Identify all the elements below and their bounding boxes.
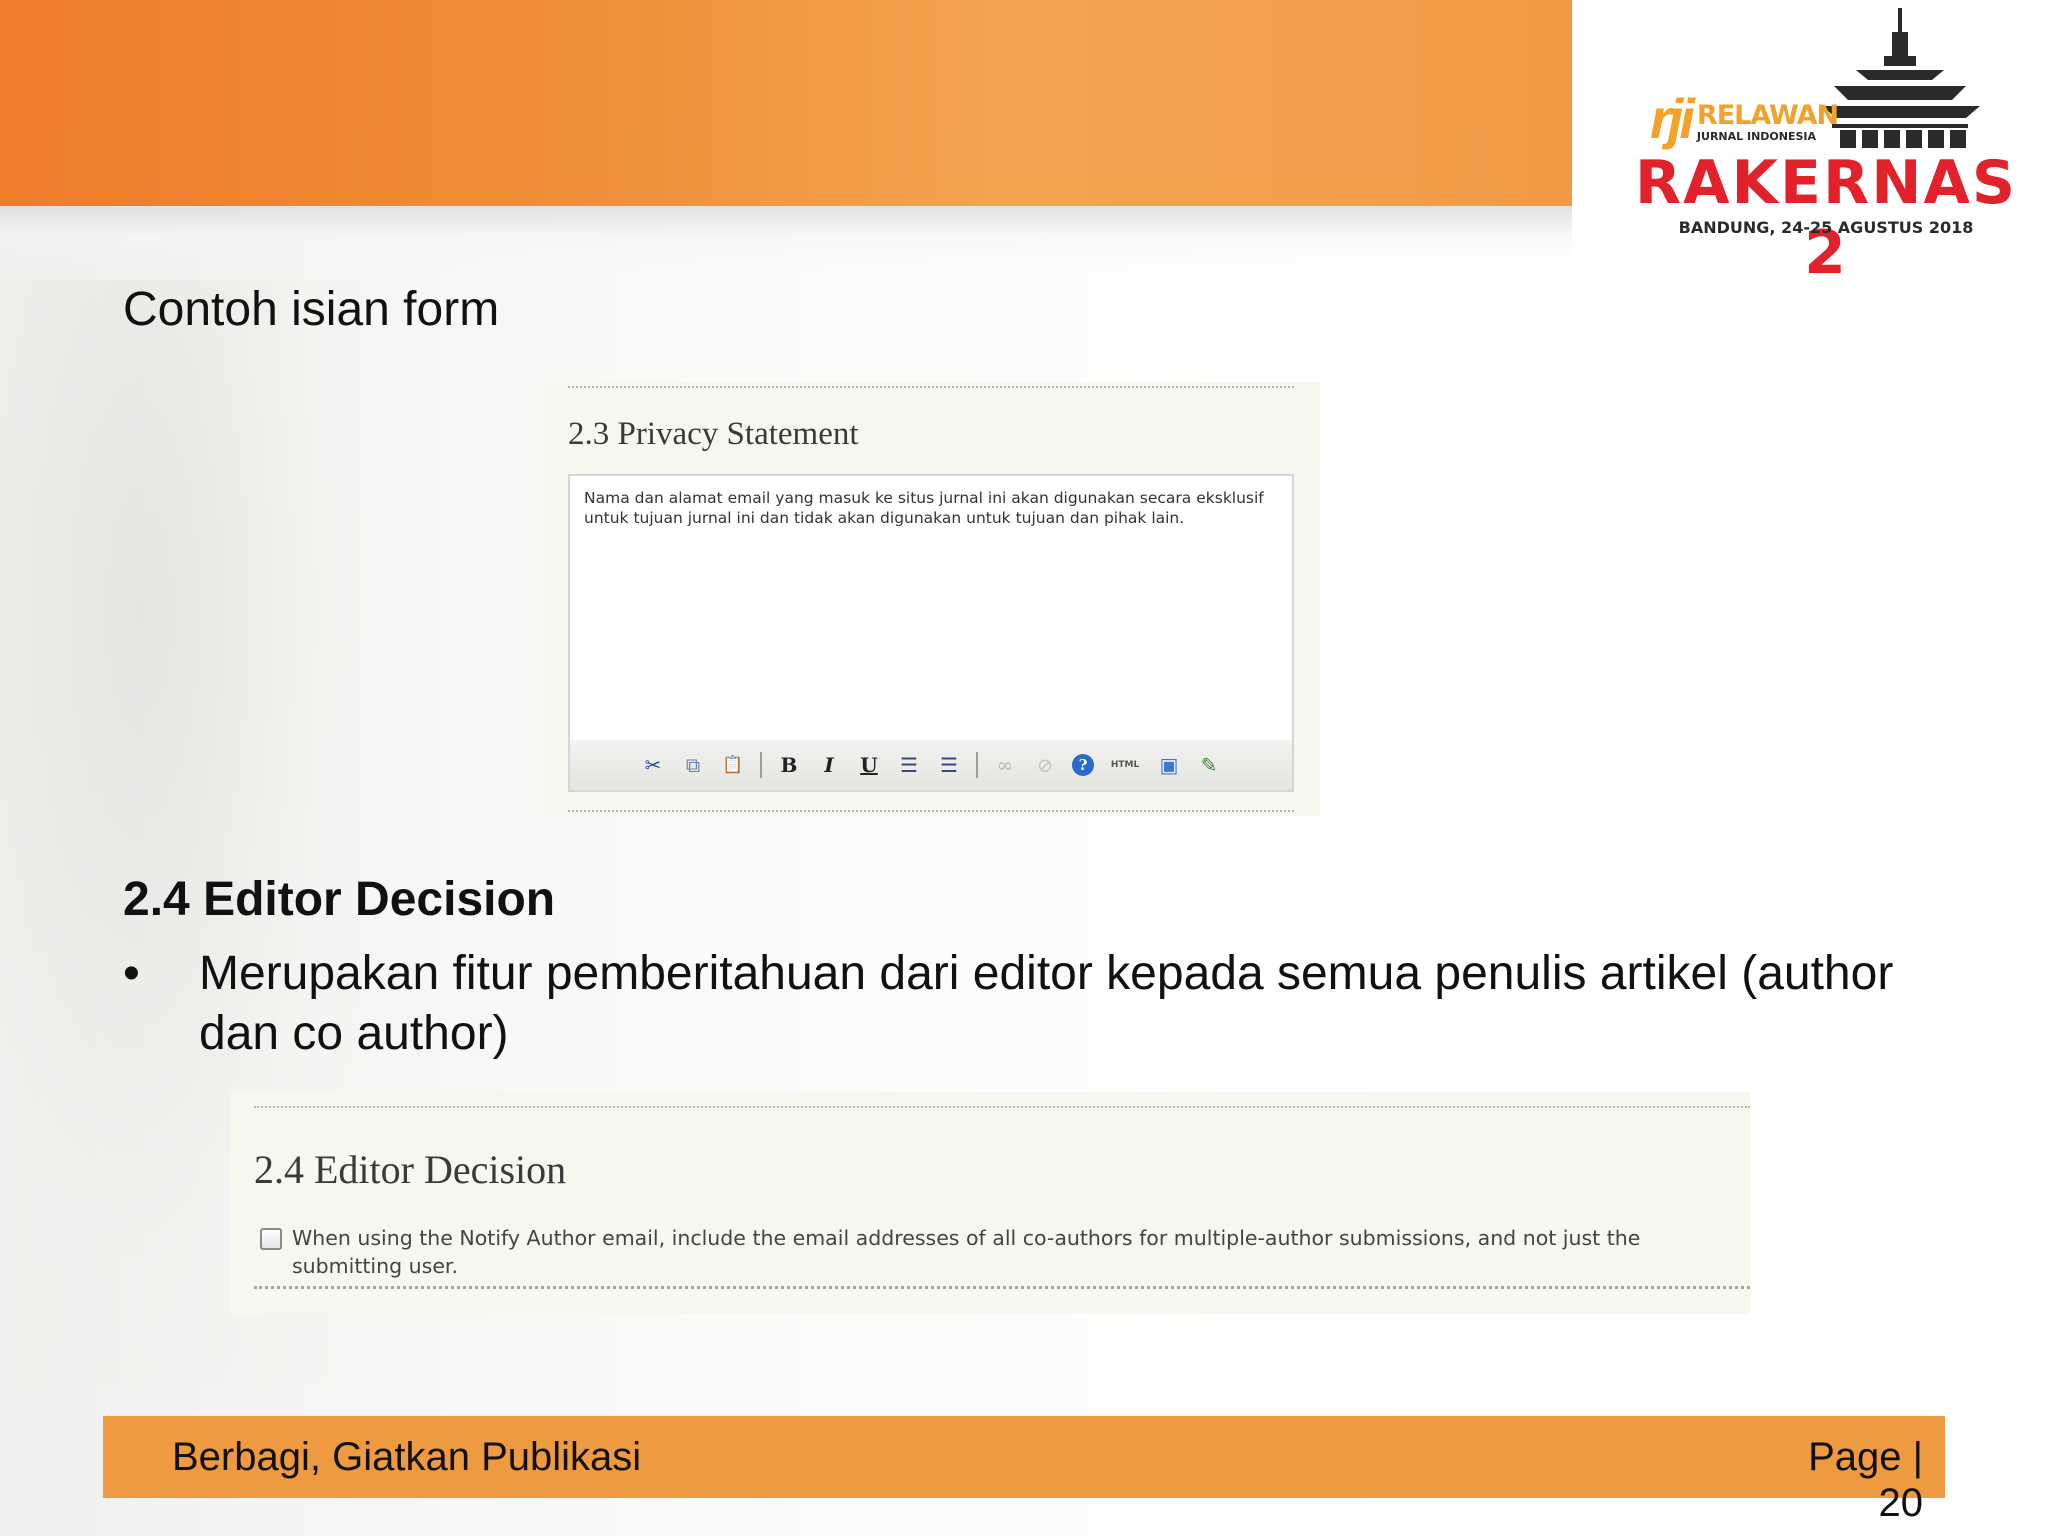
bullet-text: Merupakan fitur pemberitahuan dari edito…	[199, 947, 1894, 1060]
underline-icon[interactable]: U	[856, 752, 882, 778]
unlink-icon[interactable]: ⊘	[1032, 752, 1058, 778]
section-heading: 2.4 Editor Decision	[123, 873, 556, 926]
dotted-divider	[568, 386, 1294, 388]
dotted-divider	[254, 1106, 1750, 1108]
footer-tagline: Berbagi, Giatkan Publikasi	[172, 1435, 642, 1479]
notify-coauthors-label[interactable]: When using the Notify Author email, incl…	[292, 1224, 1750, 1280]
editor-decision-screenshot: 2.4 Editor Decision When using the Notif…	[230, 1092, 1750, 1314]
copy-icon[interactable]: ⧉	[680, 752, 706, 778]
slide-subtitle: Contoh isian form	[123, 283, 500, 336]
rji-subtitle: JURNAL INDONESIA	[1696, 130, 1817, 143]
bullet-list-icon[interactable]: ☰	[896, 752, 922, 778]
header-band	[0, 0, 1572, 206]
header-shadow	[0, 206, 1572, 266]
rji-name: RELAWAN	[1696, 100, 1839, 131]
privacy-statement-screenshot: 2.3 Privacy Statement Nama dan alamat em…	[542, 382, 1320, 816]
image-icon[interactable]: ✎	[1196, 752, 1222, 778]
event-logo: rji RELAWAN JURNAL INDONESIA RAKERNAS 2 …	[1572, 0, 2048, 288]
privacy-statement-title: 2.3 Privacy Statement	[568, 416, 859, 452]
privacy-statement-editor[interactable]: Nama dan alamat email yang masuk ke situ…	[568, 474, 1294, 744]
notify-coauthors-checkbox[interactable]	[260, 1228, 282, 1250]
italic-icon[interactable]: I	[816, 752, 842, 778]
page-number: Page | 20	[1808, 1435, 1923, 1525]
dotted-divider	[254, 1286, 1750, 1289]
help-icon[interactable]: ?	[1072, 754, 1094, 776]
editor-toolbar: ✂ ⧉ 📋 B I U ☰ ☰ ∞ ⊘ ? HTML ▣ ✎	[568, 740, 1294, 792]
rji-logo: rji RELAWAN JURNAL INDONESIA	[1650, 87, 1839, 150]
html-icon[interactable]: HTML	[1108, 752, 1142, 778]
paste-icon[interactable]: 📋	[720, 752, 746, 778]
cut-icon[interactable]: ✂	[640, 752, 666, 778]
toolbar-separator	[760, 752, 762, 778]
building-icon	[1822, 8, 1980, 148]
toolbar-separator	[976, 752, 978, 778]
bold-icon[interactable]: B	[776, 752, 802, 778]
editor-decision-title: 2.4 Editor Decision	[254, 1147, 567, 1192]
dotted-divider	[568, 810, 1294, 812]
privacy-statement-text[interactable]: Nama dan alamat email yang masuk ke situ…	[584, 488, 1274, 528]
fullscreen-icon[interactable]: ▣	[1156, 752, 1182, 778]
bullet-point: •	[123, 947, 140, 1000]
rji-mark: rji	[1650, 87, 1695, 150]
numbered-list-icon[interactable]: ☰	[936, 752, 962, 778]
link-icon[interactable]: ∞	[992, 752, 1018, 778]
event-date: BANDUNG, 24-25 AGUSTUS 2018	[1678, 218, 1974, 237]
footer-band: Berbagi, Giatkan Publikasi Page | 20	[103, 1416, 1945, 1525]
